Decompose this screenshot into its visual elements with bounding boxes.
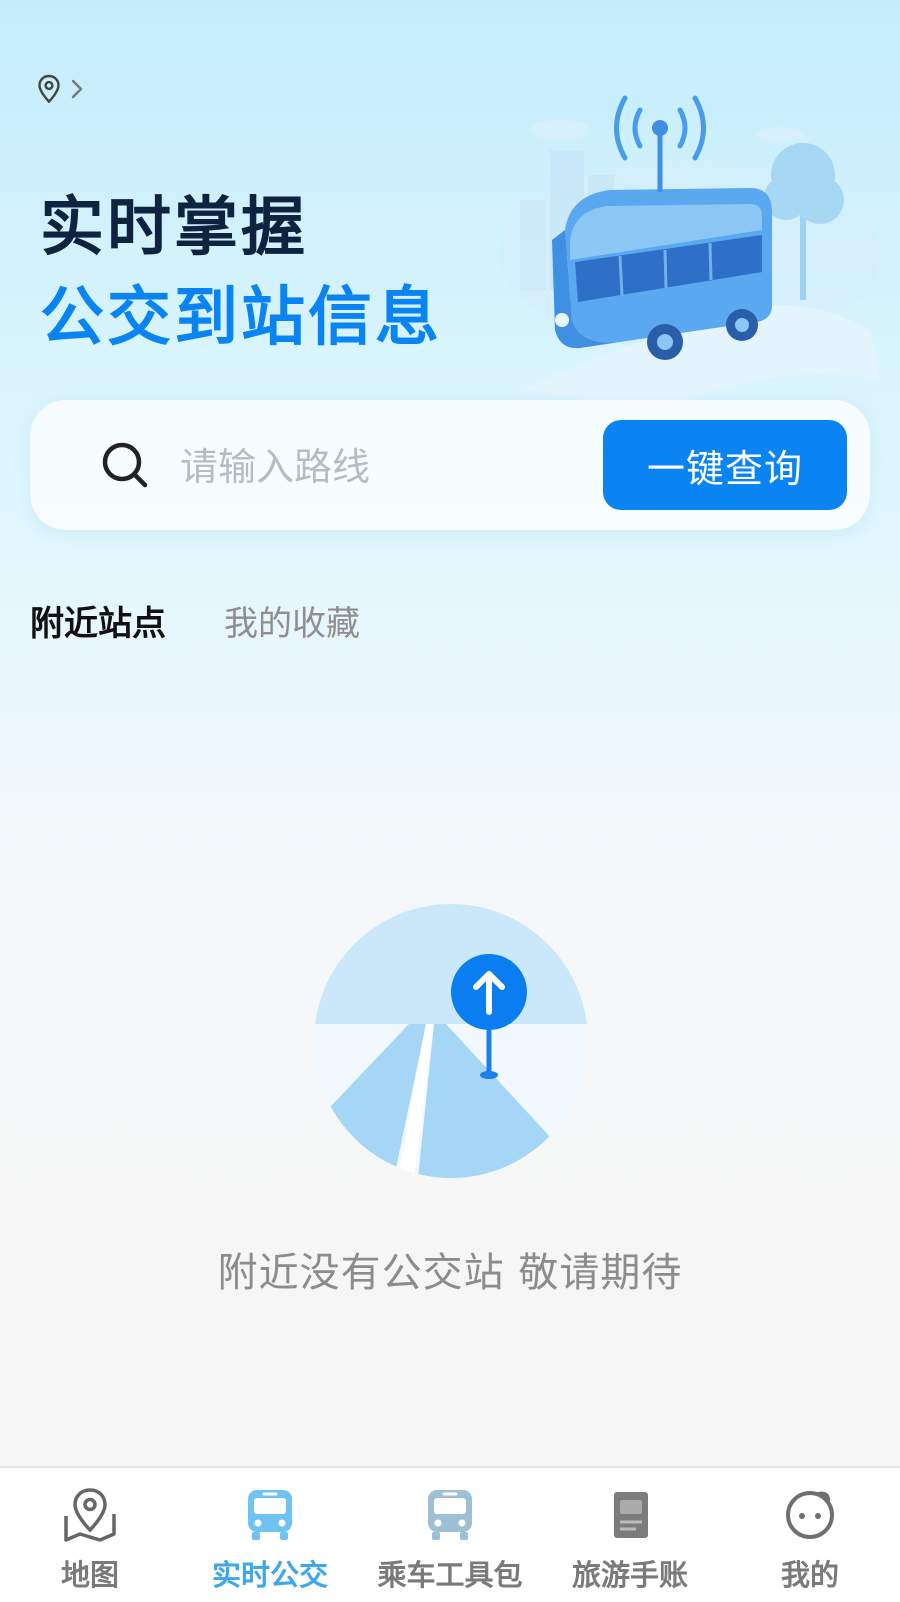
search-icon (102, 442, 148, 488)
location-selector[interactable] (36, 74, 86, 104)
query-button[interactable]: 一键查询 (603, 420, 847, 510)
station-tabs: 附近站点 我的收藏 (30, 596, 360, 645)
smiley-icon (786, 1491, 834, 1539)
route-search-input[interactable] (178, 438, 602, 496)
nav-item-map[interactable]: 地图 (0, 1468, 180, 1602)
nav-item-ride-toolkit[interactable]: 乘车工具包 (360, 1468, 540, 1602)
nav-label-map: 地图 (60, 1558, 119, 1592)
nav-item-travel-journal[interactable]: 旅游手账 (540, 1468, 720, 1602)
bottom-nav: 地图 实时公交 乘车工具包 旅游手账 我的 (0, 1466, 900, 1602)
road-with-up-arrow-sign-illustration (314, 904, 588, 1178)
bus-icon (428, 1490, 472, 1540)
empty-state-message: 附近没有公交站 敬请期待 (217, 1250, 683, 1296)
nav-label-mine: 我的 (780, 1558, 839, 1592)
nav-item-mine[interactable]: 我的 (720, 1468, 900, 1602)
bus-icon (248, 1490, 292, 1540)
headline: 实时掌握 公交到站信息 (40, 188, 442, 358)
chevron-right-icon (71, 79, 83, 99)
notebook-icon (614, 1492, 648, 1538)
bus-with-signal-illustration (500, 95, 880, 410)
tab-nearby-stations[interactable]: 附近站点 (30, 596, 166, 645)
headline-line-1: 实时掌握 (40, 191, 308, 265)
nav-label-realtime-bus: 实时公交 (211, 1558, 328, 1592)
tab-my-favorites[interactable]: 我的收藏 (224, 596, 360, 645)
location-pin-icon (38, 74, 60, 104)
nav-label-ride-toolkit: 乘车工具包 (377, 1558, 523, 1592)
headline-line-2: 公交到站信息 (40, 281, 442, 355)
nav-item-realtime-bus[interactable]: 实时公交 (180, 1468, 360, 1602)
nav-label-travel-journal: 旅游手账 (571, 1558, 688, 1592)
map-pin-icon (64, 1488, 116, 1542)
